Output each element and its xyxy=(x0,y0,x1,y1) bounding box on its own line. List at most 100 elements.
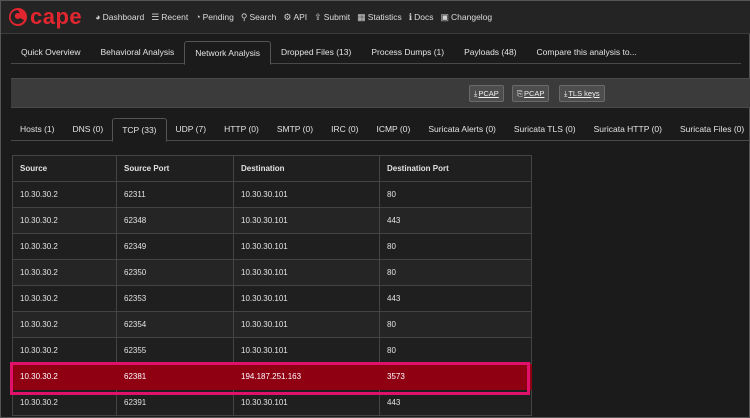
dashboard-icon: ◕ xyxy=(95,12,101,22)
tab-behavioral-analysis[interactable]: Behavioral Analysis xyxy=(91,41,185,64)
tab-dropped-files-13[interactable]: Dropped Files (13) xyxy=(271,41,361,64)
cell-destination-port: 80 xyxy=(379,337,532,364)
cell-destination: 10.30.30.101 xyxy=(233,285,380,312)
cell-destination: 10.30.30.101 xyxy=(233,233,380,260)
tab-icmp-0[interactable]: ICMP (0) xyxy=(367,118,419,141)
info-icon: ℹ xyxy=(408,11,413,22)
upload-icon: ⇪ xyxy=(314,11,322,22)
pcap-alt-download-button[interactable]: ⎘PCAP xyxy=(512,85,550,102)
nav-label: Statistics xyxy=(367,12,402,22)
download-toolbar: ⤓PCAP ⎘PCAP ⤓TLS keys xyxy=(11,78,750,108)
tab-udp-7[interactable]: UDP (7) xyxy=(167,118,216,141)
brand[interactable]: cape xyxy=(8,4,83,29)
tab-process-dumps-1[interactable]: Process Dumps (1) xyxy=(361,41,454,64)
cell-source-port: 62350 xyxy=(116,259,234,286)
nav-label: API xyxy=(293,12,308,22)
nav-label: Dashboard xyxy=(102,12,145,22)
cell-destination-port: 80 xyxy=(379,233,532,260)
cell-source-port: 62348 xyxy=(116,207,234,234)
cell-source: 10.30.30.2 xyxy=(12,285,117,312)
tab-suricata-tls-0[interactable]: Suricata TLS (0) xyxy=(505,118,585,141)
tab-payloads-48[interactable]: Payloads (48) xyxy=(454,41,526,64)
cell-source: 10.30.30.2 xyxy=(12,259,117,286)
download-icon: ⤓ xyxy=(564,89,568,98)
cell-destination: 10.30.30.101 xyxy=(233,311,380,338)
cell-source-port: 62355 xyxy=(116,337,234,364)
table-row: 10.30.30.2 62350 10.30.30.101 80 xyxy=(12,259,532,286)
tab-dns-0[interactable]: DNS (0) xyxy=(63,118,112,141)
search-icon: ⚲ xyxy=(240,11,248,22)
download-icon: ⤓ xyxy=(474,89,478,98)
cell-source: 10.30.30.2 xyxy=(12,233,117,260)
analysis-tabs: Quick Overview Behavioral Analysis Network… xyxy=(11,41,741,65)
file-download-icon: ⎘ xyxy=(517,89,523,98)
tab-hosts-1[interactable]: Hosts (1) xyxy=(11,118,63,141)
cell-source-port: 62381 xyxy=(116,363,234,390)
table-row: 10.30.30.2 62355 10.30.30.101 80 xyxy=(12,337,532,364)
cell-source: 10.30.30.2 xyxy=(12,311,117,338)
network-tabs: Hosts (1) DNS (0) TCP (33) UDP (7) HTTP (0) S… xyxy=(11,118,750,142)
table-row: 10.30.30.2 62353 10.30.30.101 443 xyxy=(12,285,532,312)
nav-label: Changelog xyxy=(451,12,493,22)
chart-icon: ▦ xyxy=(357,11,366,22)
nav-label: Pending xyxy=(202,12,234,22)
cell-source-port: 62353 xyxy=(116,285,234,312)
cell-source-port: 62354 xyxy=(116,311,234,338)
nav-submit[interactable]: ⇪ Submit xyxy=(314,12,350,23)
cell-destination-port: 80 xyxy=(379,259,532,286)
tab-suricata-http-0[interactable]: Suricata HTTP (0) xyxy=(585,118,671,141)
cell-source-port: 62349 xyxy=(116,233,234,260)
nav-label: Search xyxy=(249,12,277,22)
top-navbar: cape ◕ Dashboard ☰ Recent ◔ Pending ⚲ Search ⚙ AP… xyxy=(1,1,750,34)
pcap-download-button[interactable]: ⤓PCAP xyxy=(469,85,504,102)
cell-destination-port: 80 xyxy=(379,311,532,338)
tab-compare-this-analysis-to[interactable]: Compare this analysis to... xyxy=(527,41,647,64)
tab-suricata-files-0[interactable]: Suricata Files (0) xyxy=(671,118,750,141)
table-row: 10.30.30.2 62391 10.30.30.101 443 xyxy=(12,389,532,416)
cell-destination-port: 80 xyxy=(379,181,532,208)
pcap-alt-label: PCAP xyxy=(524,89,545,98)
tab-tcp-33[interactable]: TCP (33) xyxy=(112,118,167,142)
nav-statistics[interactable]: ▦ Statistics xyxy=(357,12,402,23)
list-icon: ☰ xyxy=(151,11,160,22)
nav-label: Recent xyxy=(161,12,189,22)
changelog-icon: ▣ xyxy=(440,11,450,22)
nav-label: Docs xyxy=(414,12,434,22)
cell-source: 10.30.30.2 xyxy=(12,389,117,416)
tls-keys-download-button[interactable]: ⤓TLS keys xyxy=(559,85,605,102)
cell-source: 10.30.30.2 xyxy=(12,207,117,234)
nav-pending[interactable]: ◔ Pending xyxy=(195,12,234,22)
column-header-destination-port[interactable]: Destination Port xyxy=(379,155,532,182)
nav-api[interactable]: ⚙ API xyxy=(283,12,307,23)
tab-suricata-alerts-0[interactable]: Suricata Alerts (0) xyxy=(419,118,505,141)
cell-destination-port: 3573 xyxy=(379,363,532,390)
brand-name: cape xyxy=(30,4,83,29)
column-header-source-port[interactable]: Source Port xyxy=(116,155,234,182)
table-header-row: Source Source Port Destination Destinati… xyxy=(12,155,532,182)
cell-destination: 10.30.30.101 xyxy=(233,181,380,208)
cell-destination: 194.187.251.163 xyxy=(233,363,380,390)
tls-keys-label: TLS keys xyxy=(568,89,600,98)
tab-network-analysis[interactable]: Network Analysis xyxy=(184,41,271,65)
clock-icon: ◔ xyxy=(195,12,201,22)
nav-recent[interactable]: ☰ Recent xyxy=(151,12,188,23)
tab-quick-overview[interactable]: Quick Overview xyxy=(11,41,91,64)
tab-smtp-0[interactable]: SMTP (0) xyxy=(268,118,322,141)
cell-destination-port: 443 xyxy=(379,207,532,234)
table-row: 10.30.30.2 62381 194.187.251.163 3573 xyxy=(12,363,532,390)
tab-irc-0[interactable]: IRC (0) xyxy=(322,118,367,141)
tab-http-0[interactable]: HTTP (0) xyxy=(215,118,268,141)
column-header-source[interactable]: Source xyxy=(12,155,117,182)
gear-icon: ⚙ xyxy=(283,11,292,22)
cell-destination-port: 443 xyxy=(379,285,532,312)
nav-search[interactable]: ⚲ Search xyxy=(241,12,277,23)
pcap-label: PCAP xyxy=(478,89,499,98)
cell-source-port: 62391 xyxy=(116,389,234,416)
cell-source: 10.30.30.2 xyxy=(12,181,117,208)
nav-docs[interactable]: ℹ Docs xyxy=(409,12,434,23)
cell-destination-port: 443 xyxy=(379,389,532,416)
nav-changelog[interactable]: ▣ Changelog xyxy=(441,12,493,23)
column-header-destination[interactable]: Destination xyxy=(233,155,380,182)
cell-source: 10.30.30.2 xyxy=(12,363,117,390)
nav-dashboard[interactable]: ◕ Dashboard xyxy=(95,12,144,22)
